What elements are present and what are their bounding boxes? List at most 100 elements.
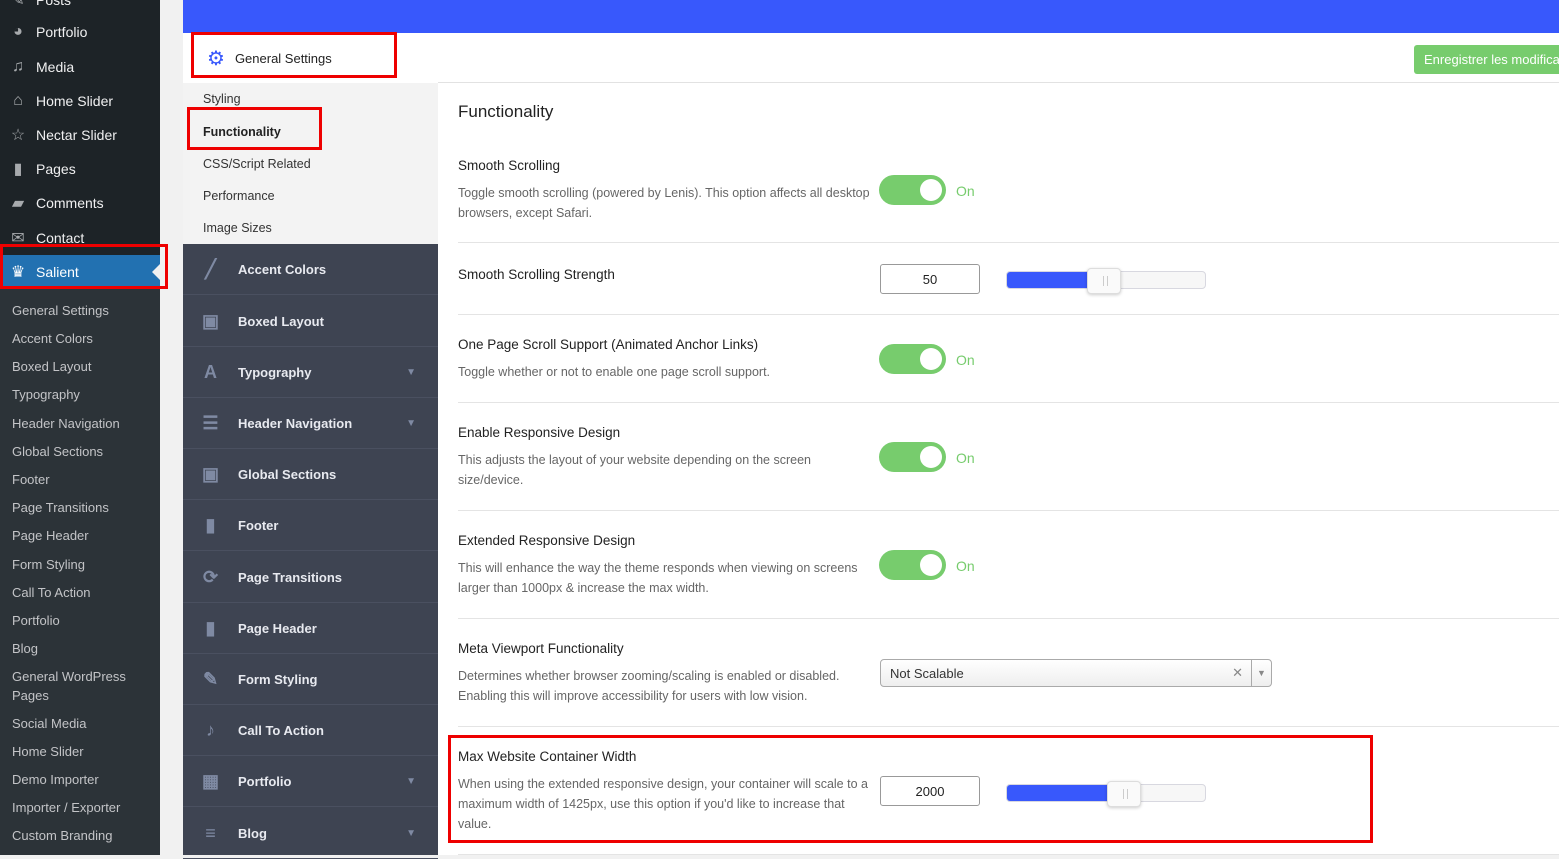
pages-icon: ▮ <box>13 161 23 178</box>
active-arrow <box>152 264 160 280</box>
toggle-state: On <box>956 183 975 199</box>
section-title: Functionality <box>458 102 554 121</box>
nav-portfolio[interactable]: ▦ Portfolio ▼ <box>183 756 438 807</box>
setting-label: Extended Responsive Design <box>458 533 636 548</box>
extended-responsive-toggle[interactable] <box>879 550 946 580</box>
smooth-strength-slider[interactable] <box>1006 268 1206 294</box>
save-changes-button[interactable]: Enregistrer les modifications <box>1414 45 1559 74</box>
responsive-design-toggle[interactable] <box>879 442 946 472</box>
submenu-item[interactable]: Blog <box>12 639 152 658</box>
pin-icon: ✎ <box>11 0 25 9</box>
submenu-item[interactable]: Portfolio <box>12 611 152 630</box>
select-value: Not Scalable <box>890 666 964 681</box>
one-page-scroll-toggle[interactable] <box>879 344 946 374</box>
toggle-knob <box>920 446 942 468</box>
file-icon: ▮ <box>205 514 216 535</box>
submenu-item[interactable]: Importer / Exporter <box>12 798 152 817</box>
menu-nectar-slider[interactable]: ☆ Nectar Slider <box>0 118 160 152</box>
comment-icon: ▰ <box>11 195 25 212</box>
setting-desc: Toggle smooth scrolling (powered by Leni… <box>458 186 870 220</box>
nav-call-to-action[interactable]: ♪ Call To Action <box>183 705 438 756</box>
subnav-css-script[interactable]: CSS/Script Related <box>203 157 311 171</box>
toggle-knob <box>920 348 942 370</box>
bell-icon: ♪ <box>206 719 215 740</box>
meta-viewport-select[interactable]: Not Scalable ✕ ▼ <box>880 659 1272 687</box>
nav-header-navigation[interactable]: ☰ Header Navigation ▼ <box>183 398 438 449</box>
setting-max-container-width: Max Website Container Width When using t… <box>458 727 1559 855</box>
nav-footer[interactable]: ▮ Footer <box>183 500 438 551</box>
submenu-item[interactable]: Form Styling <box>12 555 152 574</box>
toggle-state: On <box>956 450 975 466</box>
subnav-functionality[interactable]: Functionality <box>203 125 281 139</box>
dropdown-arrow-icon[interactable]: ▼ <box>1251 660 1271 686</box>
menu-portfolio[interactable]: ◕ Portfolio <box>0 15 160 49</box>
menu-contact[interactable]: ✉ Contact <box>0 221 160 255</box>
toggle-state: On <box>956 352 975 368</box>
nav-global-sections[interactable]: ▣ Global Sections <box>183 449 438 500</box>
slider-handle[interactable] <box>1087 268 1122 294</box>
setting-smooth-strength: Smooth Scrolling Strength <box>458 243 1559 315</box>
submenu-item[interactable]: Footer <box>12 470 152 489</box>
setting-label: Meta Viewport Functionality <box>458 641 624 656</box>
nav-boxed-layout[interactable]: ▣ Boxed Layout <box>183 296 438 347</box>
submenu-item[interactable]: Home Slider <box>12 742 152 761</box>
menu-media[interactable]: ♫ Media <box>0 50 160 84</box>
subnav-styling[interactable]: Styling <box>203 92 241 106</box>
chevron-down-icon: ▼ <box>406 366 416 378</box>
subnav-image-sizes[interactable]: Image Sizes <box>203 221 272 235</box>
max-width-slider[interactable] <box>1006 781 1206 807</box>
submenu-item[interactable]: Global Sections <box>12 442 152 461</box>
grid-icon: ▦ <box>201 770 219 791</box>
nav-typography[interactable]: A Typography ▼ <box>183 347 438 398</box>
refresh-icon: ⟳ <box>202 566 219 587</box>
clear-icon[interactable]: ✕ <box>1232 665 1243 681</box>
max-width-input[interactable] <box>880 776 980 806</box>
settings-main: Enregistrer les modifications Functional… <box>438 33 1559 855</box>
submenu-item[interactable]: Page Transitions <box>12 498 152 517</box>
submenu-item[interactable]: Header Navigation <box>12 414 152 433</box>
menu-salient[interactable]: ♛ Salient <box>0 255 160 289</box>
setting-label: Smooth Scrolling <box>458 158 561 173</box>
menu-pages[interactable]: ▮ Pages <box>0 152 160 186</box>
submenu-item[interactable]: Page Header <box>12 526 152 545</box>
nav-page-header[interactable]: ▮ Page Header <box>183 603 438 654</box>
submenu-item[interactable]: Typography <box>12 385 152 404</box>
smooth-strength-input[interactable] <box>880 264 980 294</box>
menu-comments[interactable]: ▰ Comments <box>0 186 160 220</box>
submenu-item[interactable]: Demo Importer <box>12 770 152 789</box>
salient-submenu: General Settings Accent Colors Boxed Lay… <box>0 289 160 855</box>
setting-meta-viewport: Meta Viewport Functionality Determines w… <box>458 619 1559 727</box>
edit-icon: ✎ <box>202 668 219 689</box>
setting-desc: This adjusts the layout of your website … <box>458 453 811 487</box>
submenu-item[interactable]: General Settings <box>12 301 152 320</box>
subnav-performance[interactable]: Performance <box>203 189 275 203</box>
slider-handle[interactable] <box>1106 781 1141 807</box>
nav-page-transitions[interactable]: ⟳ Page Transitions <box>183 552 438 603</box>
wp-admin-sidebar: ✎ Posts ◕ Portfolio ♫ Media ⌂ Home Slider ☆ N… <box>0 0 160 855</box>
options-top-bar <box>183 0 1559 33</box>
font-icon: A <box>204 361 217 382</box>
nav-blog[interactable]: ≡ Blog ▼ <box>183 808 438 859</box>
smooth-scrolling-toggle[interactable] <box>879 175 946 205</box>
palette-icon: ◕ <box>13 23 23 40</box>
submenu-item[interactable]: General WordPress Pages <box>12 667 152 705</box>
toggle-knob <box>920 554 942 576</box>
setting-extended-responsive: Extended Responsive Design This will enh… <box>458 511 1559 619</box>
submenu-item[interactable]: Boxed Layout <box>12 357 152 376</box>
menu-icon: ☰ <box>202 412 219 433</box>
menu-home-slider[interactable]: ⌂ Home Slider <box>0 84 160 118</box>
setting-label: Enable Responsive Design <box>458 425 621 440</box>
nav-accent-colors[interactable]: ╱ Accent Colors <box>183 244 438 295</box>
submenu-item[interactable]: Custom Branding <box>12 826 152 845</box>
star-icon: ☆ <box>10 127 26 144</box>
chevron-down-icon: ▼ <box>406 775 416 787</box>
submenu-item[interactable]: Accent Colors <box>12 329 152 348</box>
setting-label: Smooth Scrolling Strength <box>458 267 615 282</box>
setting-label: One Page Scroll Support (Animated Anchor… <box>458 337 759 352</box>
nav-form-styling[interactable]: ✎ Form Styling <box>183 654 438 705</box>
submenu-item[interactable]: Call To Action <box>12 583 152 602</box>
layout-icon: ▣ <box>201 463 219 484</box>
submenu-item[interactable]: Social Media <box>12 714 152 733</box>
setting-label: Max Website Container Width <box>458 749 637 764</box>
general-settings-header[interactable]: ⚙ General Settings <box>183 33 438 83</box>
